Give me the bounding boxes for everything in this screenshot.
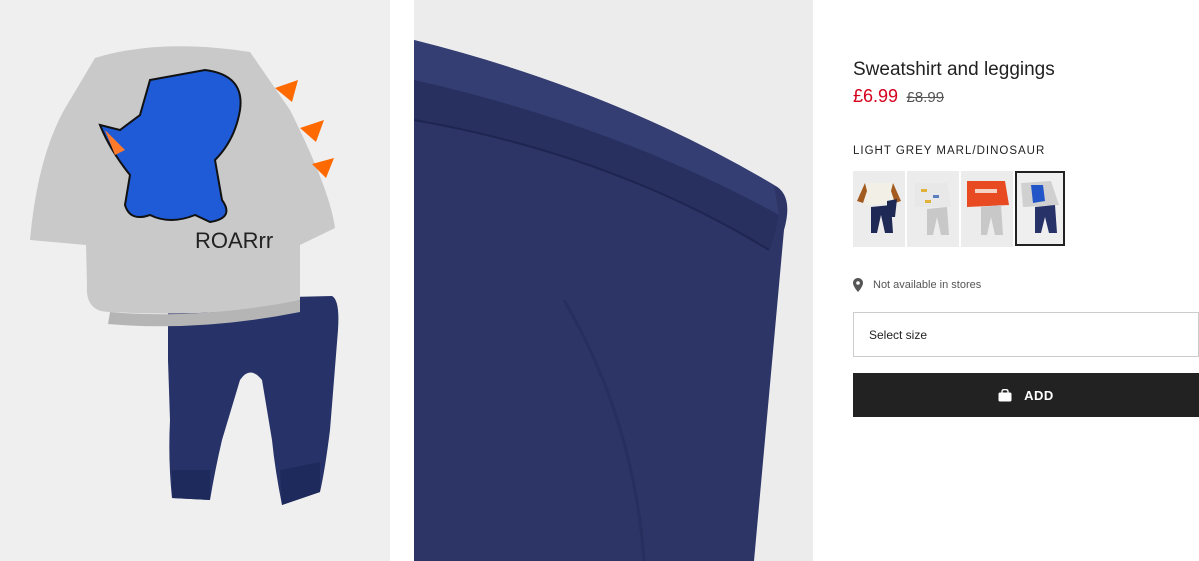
sale-price: £6.99: [853, 86, 899, 106]
product-detail-image[interactable]: [414, 0, 813, 561]
add-button-label: ADD: [1024, 387, 1054, 403]
color-name: LIGHT GREY MARL/DINOSAUR: [853, 145, 1046, 157]
color-swatches: [853, 171, 1065, 247]
add-to-bag-button[interactable]: ADD: [853, 373, 1199, 417]
outfit-illustration: ROARrr: [30, 46, 339, 505]
product-main-image[interactable]: ROARrr: [0, 0, 390, 561]
swatch-brown-sleeve[interactable]: [853, 171, 905, 247]
availability-text: Not available in stores: [873, 279, 982, 291]
shopping-bag-icon: [998, 388, 1012, 402]
swatch-cars-print[interactable]: [907, 171, 959, 247]
print-text: ROARrr: [195, 228, 273, 253]
price-row: £6.99 £8.99: [853, 86, 944, 107]
product-title: Sweatshirt and leggings: [853, 59, 1055, 80]
size-select[interactable]: Select size: [853, 312, 1199, 357]
swatch-orange-top[interactable]: [961, 171, 1013, 247]
original-price: £8.99: [906, 89, 945, 106]
size-select-placeholder: Select size: [869, 327, 928, 342]
swatch-dinosaur[interactable]: [1015, 171, 1065, 246]
store-availability: Not available in stores: [853, 278, 981, 292]
location-pin-icon: [853, 278, 863, 292]
leggings-closeup: [414, 40, 788, 561]
